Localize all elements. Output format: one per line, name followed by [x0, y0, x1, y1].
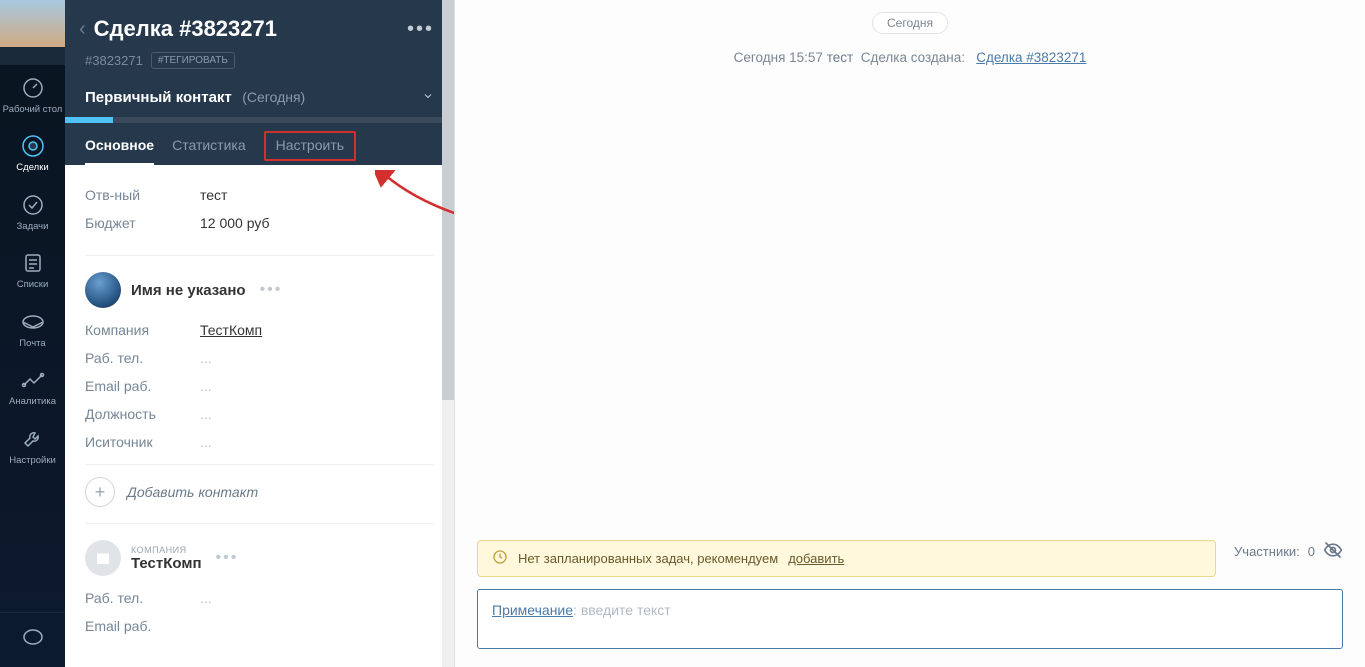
nav-item-chat[interactable] [0, 612, 65, 667]
add-contact-label: Добавить контакт [127, 484, 258, 500]
tag-button[interactable]: #ТЕГИРОВАТЬ [151, 52, 235, 69]
field-value: ТестКомп [200, 322, 262, 338]
chat-icon [20, 625, 46, 651]
field-value: ... [200, 590, 212, 606]
field-label: Бюджет [85, 215, 200, 231]
field-budget[interactable]: Бюджет 12 000 руб [85, 209, 434, 237]
tab-main[interactable]: Основное [85, 137, 154, 165]
feed-deal-link[interactable]: Сделка #3823271 [976, 50, 1086, 65]
nav-label: Аналитика [9, 397, 56, 407]
field-label: Email раб. [85, 618, 200, 634]
nav-item-dashboard[interactable]: Рабочий стол [0, 65, 65, 123]
field-source[interactable]: Иситочник ... [85, 428, 434, 456]
feed-time: Сегодня 15:57 [734, 50, 823, 65]
detail-header: ‹ Сделка #3823271 ••• #3823271 #ТЕГИРОВА… [65, 0, 454, 165]
contact-more-icon[interactable]: ••• [260, 281, 283, 299]
add-task-link[interactable]: добавить [788, 551, 844, 566]
company-card: КОМПАНИЯ ТестКомп ••• Раб. тел. ... Emai… [85, 523, 434, 640]
no-tasks-notice: Нет запланированных задач, рекомендуем д… [477, 540, 1216, 577]
nav-label: Списки [17, 280, 49, 290]
field-label: Отв-ный [85, 187, 200, 203]
task-notice-text: Нет запланированных задач, рекомендуем [518, 551, 778, 566]
nav-banner-image [0, 0, 65, 65]
field-work-phone[interactable]: Раб. тел. ... [85, 344, 434, 372]
chevron-down-icon [422, 89, 434, 107]
field-label: Раб. тел. [85, 350, 200, 366]
participants-count: 0 [1308, 544, 1315, 559]
nav-item-settings[interactable]: Настройки [0, 416, 65, 474]
wrench-icon [20, 426, 46, 452]
deal-detail-panel: ‹ Сделка #3823271 ••• #3823271 #ТЕГИРОВА… [65, 0, 455, 667]
field-position[interactable]: Должность ... [85, 400, 434, 428]
note-input[interactable]: Примечание: введите текст [477, 589, 1343, 649]
nav-label: Почта [19, 339, 45, 349]
detail-body: Отв-ный тест Бюджет 12 000 руб Имя не ук… [65, 165, 454, 667]
activity-feed: Сегодня Сегодня 15:57 тест Сделка создан… [455, 0, 1365, 667]
nav-label: Настройки [9, 456, 56, 466]
field-responsible[interactable]: Отв-ный тест [85, 181, 434, 209]
field-value: ... [200, 378, 212, 394]
mail-icon [20, 309, 46, 335]
plus-icon: + [85, 477, 115, 507]
clock-icon [492, 549, 508, 568]
field-label: Email раб. [85, 378, 200, 394]
field-value: 12 000 руб [200, 215, 270, 231]
back-chevron-icon[interactable]: ‹ [79, 18, 86, 41]
deal-id: #3823271 [85, 53, 143, 68]
panel-scrollbar[interactable] [442, 0, 454, 667]
field-label: Иситочник [85, 434, 200, 450]
more-dots-icon[interactable]: ••• [407, 18, 434, 41]
tab-stats[interactable]: Статистика [172, 137, 246, 165]
field-label: Раб. тел. [85, 590, 200, 606]
chart-icon [20, 367, 46, 393]
company-name[interactable]: ТестКомп [131, 555, 202, 572]
field-label: Должность [85, 406, 200, 422]
nav-label: Задачи [17, 222, 49, 232]
note-placeholder: : введите текст [573, 602, 671, 618]
feed-entry: Сегодня 15:57 тест Сделка создана: Сделк… [477, 50, 1343, 65]
company-more-icon[interactable]: ••• [216, 549, 239, 567]
gauge-icon [20, 75, 46, 101]
nav-item-mail[interactable]: Почта [0, 299, 65, 357]
stage-name: Первичный контакт [85, 89, 232, 106]
day-chip: Сегодня [872, 12, 948, 34]
detail-tabs: Основное Статистика Настроить [85, 137, 434, 165]
eye-off-icon[interactable] [1323, 540, 1343, 563]
stage-date: (Сегодня) [242, 89, 305, 105]
deals-icon [20, 133, 46, 159]
contact-name[interactable]: Имя не указано [131, 282, 246, 299]
tab-configure[interactable]: Настроить [264, 131, 356, 161]
field-value: ... [200, 406, 212, 422]
nav-item-deals[interactable]: Сделки [0, 123, 65, 181]
participants-label: Участники: [1234, 544, 1300, 559]
field-value: ... [200, 350, 212, 366]
deal-title[interactable]: Сделка #3823271 [94, 16, 277, 42]
field-work-email[interactable]: Email раб. ... [85, 372, 434, 400]
contact-card: Имя не указано ••• Компания ТестКомп Раб… [85, 255, 434, 456]
check-icon [20, 192, 46, 218]
stage-selector[interactable]: Первичный контакт (Сегодня) [85, 89, 434, 107]
note-label: Примечание [492, 602, 573, 618]
company-small-label: КОМПАНИЯ [131, 545, 202, 555]
nav-label: Сделки [16, 163, 48, 173]
nav-item-analytics[interactable]: Аналитика [0, 357, 65, 415]
stage-progress-bar[interactable] [65, 117, 454, 123]
list-icon [20, 250, 46, 276]
field-value: ... [200, 434, 212, 450]
feed-action: Сделка создана: [861, 50, 965, 65]
field-company[interactable]: Компания ТестКомп [85, 316, 434, 344]
contact-avatar[interactable] [85, 272, 121, 308]
nav-item-tasks[interactable]: Задачи [0, 182, 65, 240]
field-label: Компания [85, 322, 200, 338]
add-contact-button[interactable]: + Добавить контакт [85, 464, 434, 519]
nav-sidebar: Рабочий стол Сделки Задачи Списки Почта … [0, 0, 65, 667]
participants-row[interactable]: Участники: 0 [1234, 540, 1343, 563]
feed-user: тест [827, 50, 853, 65]
company-avatar[interactable] [85, 540, 121, 576]
company-field-work-email[interactable]: Email раб. [85, 612, 434, 640]
field-value: тест [200, 187, 227, 203]
company-field-work-phone[interactable]: Раб. тел. ... [85, 584, 434, 612]
nav-label: Рабочий стол [3, 105, 63, 115]
nav-item-lists[interactable]: Списки [0, 240, 65, 298]
